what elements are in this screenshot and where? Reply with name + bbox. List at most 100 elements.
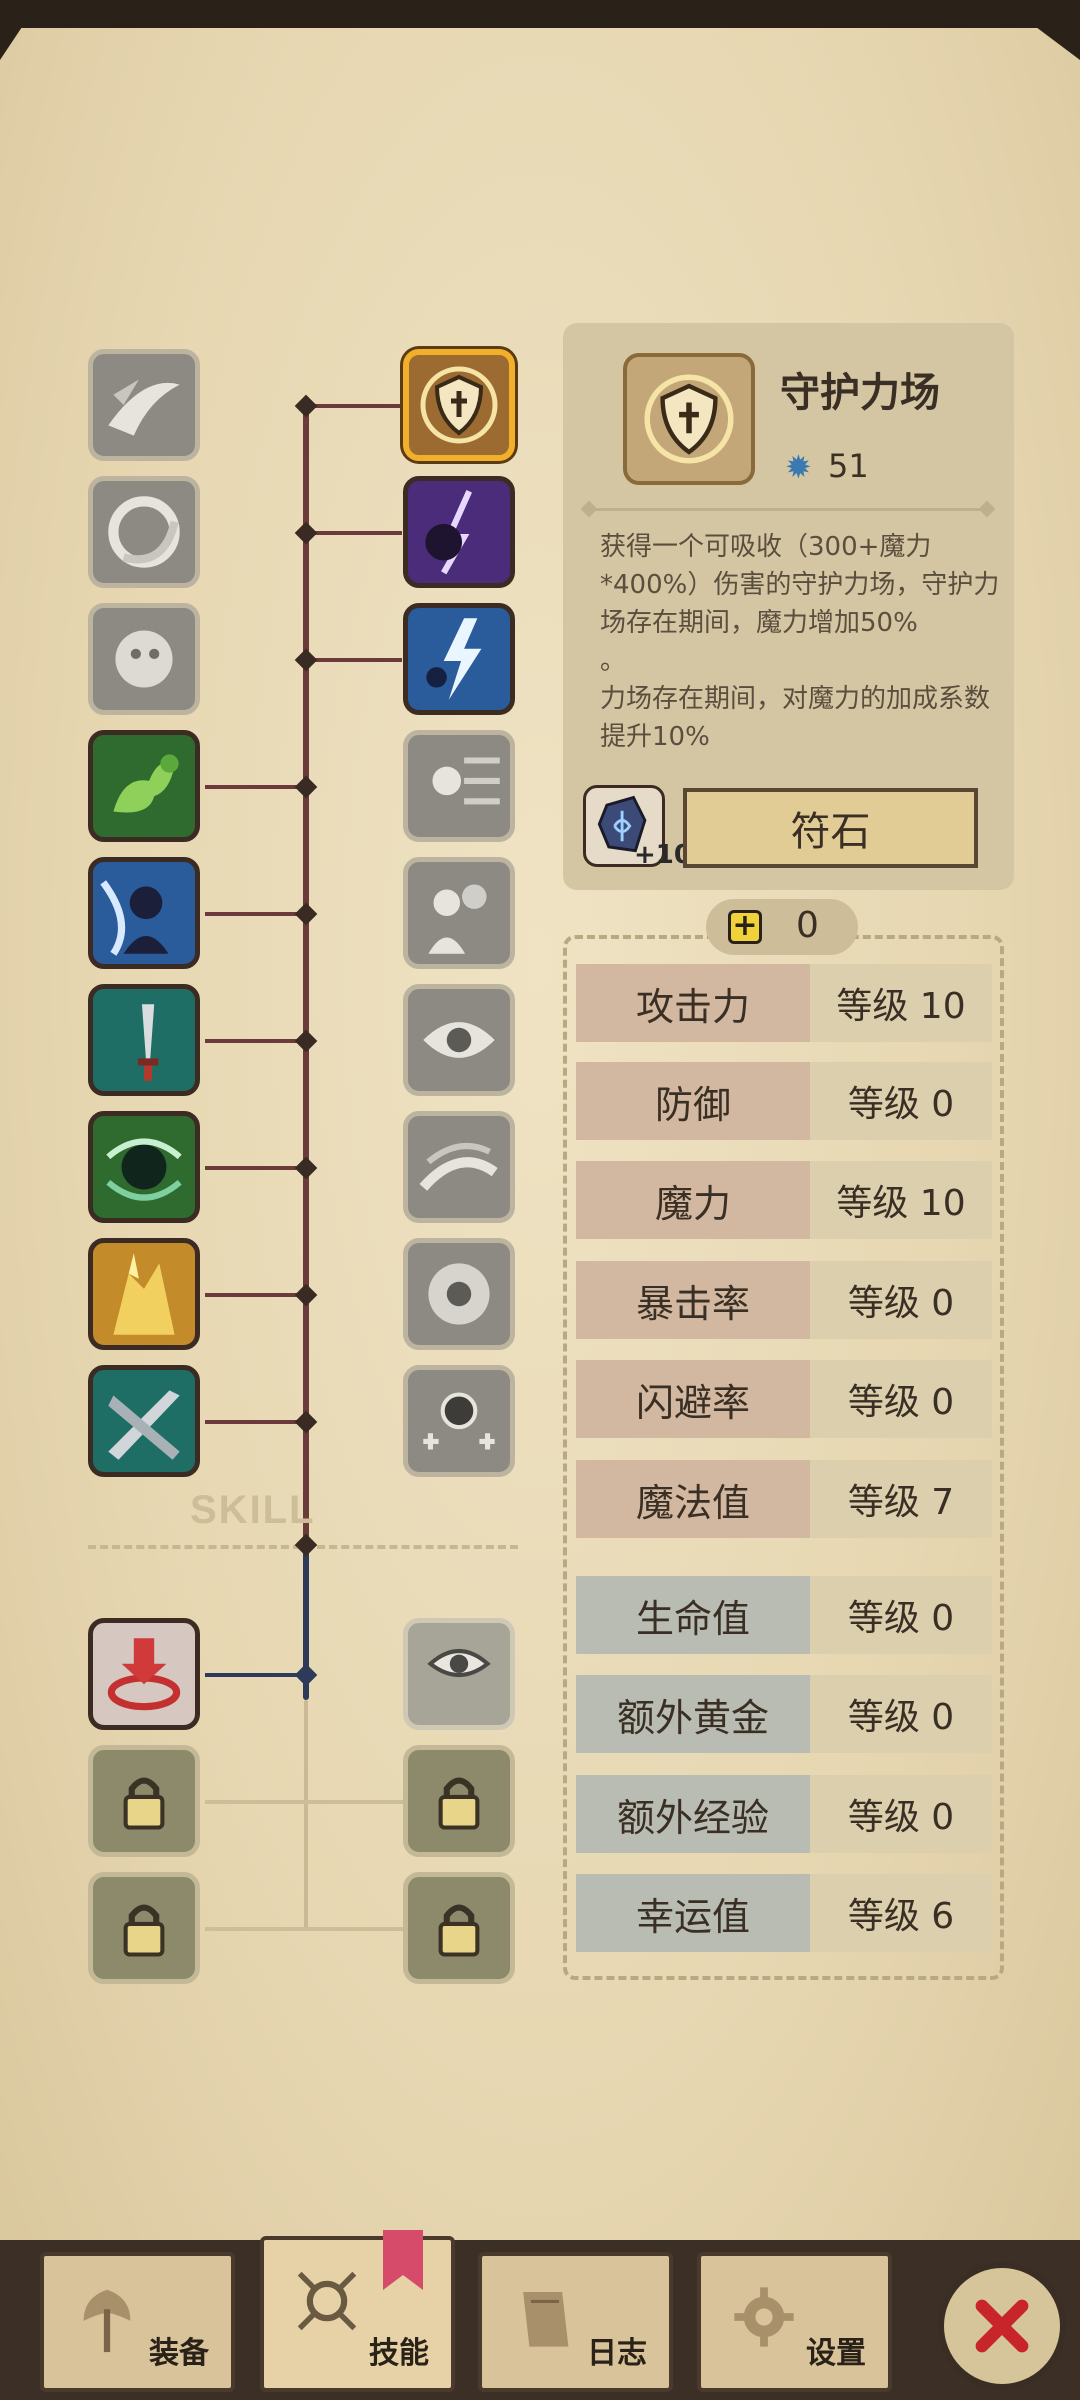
- skill-locked-3: [403, 1745, 515, 1857]
- golden-warrior-icon: [113, 1253, 175, 1335]
- stat-name: 魔力: [576, 1161, 810, 1239]
- lightning-icon: [426, 618, 482, 700]
- tab-equipment[interactable]: 装备: [40, 2252, 235, 2392]
- selected-skill-name: 守护力场: [780, 370, 940, 416]
- tab-equipment-label: 装备: [149, 2336, 209, 2371]
- stat-name: 额外黄金: [576, 1675, 810, 1753]
- tab-log[interactable]: 日志: [478, 2252, 673, 2392]
- selected-skill-icon: [623, 353, 755, 485]
- tab-settings[interactable]: 设置: [697, 2252, 892, 2392]
- vortex-icon: [106, 1138, 182, 1201]
- skill-strength[interactable]: [88, 730, 200, 842]
- skill-golden-rage[interactable]: [88, 1238, 200, 1350]
- top-left-corner: [0, 0, 40, 60]
- plus-icon: +: [728, 910, 762, 944]
- skill-wind-slash[interactable]: [88, 349, 200, 461]
- skill-tree-trunk-locked: [304, 1700, 308, 1930]
- stat-name: 防御: [576, 1062, 810, 1140]
- skill-dagger[interactable]: [88, 984, 200, 1096]
- skill-rune-icon: [297, 2271, 357, 2331]
- stat-row-dodge[interactable]: 闪避率 等级 0: [576, 1360, 992, 1438]
- stat-name: 魔法值: [576, 1460, 810, 1538]
- skill-all-seeing[interactable]: [403, 1618, 515, 1730]
- charge-icon: [432, 757, 500, 805]
- skill-charge[interactable]: [403, 730, 515, 842]
- gear-icon: [734, 2287, 794, 2347]
- stat-level: 等级 7: [810, 1460, 992, 1538]
- wind-slash-icon: [108, 379, 180, 436]
- target-arrow-icon: [107, 1638, 181, 1711]
- stat-level: 等级 6: [810, 1874, 992, 1952]
- skill-guardian-field[interactable]: [403, 349, 515, 461]
- skill-watermark: SKILL: [190, 1488, 316, 1532]
- stat-row-crit[interactable]: 暴击率 等级 0: [576, 1261, 992, 1339]
- lock-icon: [123, 1777, 165, 1830]
- skill-dash[interactable]: [403, 1111, 515, 1223]
- skill-locked-2: [88, 1872, 200, 1984]
- stat-name: 攻击力: [576, 964, 810, 1042]
- stat-level: 等级 10: [810, 964, 992, 1042]
- tab-settings-label: 设置: [806, 2336, 866, 2371]
- tab-log-label: 日志: [587, 2336, 647, 2371]
- skill-eye[interactable]: [403, 984, 515, 1096]
- stat-row-attack[interactable]: 攻击力 等级 10: [576, 964, 992, 1042]
- all-seeing-eye-icon: [427, 1649, 491, 1677]
- selected-skill-description: 获得一个可吸收（300+魔力*400%）伤害的守护力场，守护力场存在期间，魔力增…: [600, 532, 1000, 752]
- lock-icon: [123, 1904, 165, 1957]
- selected-skill-cost: 51: [828, 447, 869, 485]
- skill-locked-1: [88, 1745, 200, 1857]
- duo-figure-icon: [428, 884, 487, 954]
- skill-shadow-strike[interactable]: [88, 857, 200, 969]
- stat-level: 等级 0: [810, 1675, 992, 1753]
- axe-icon: [83, 2289, 131, 2353]
- top-right-corner: [1000, 0, 1080, 60]
- flexed-arm-icon: [113, 754, 179, 813]
- dagger-icon: [137, 1004, 159, 1081]
- stat-name: 暴击率: [576, 1261, 810, 1339]
- skill-tree-trunk: [303, 400, 309, 1550]
- skill-lightning[interactable]: [403, 603, 515, 715]
- shadow-figure-icon: [100, 880, 169, 956]
- book-icon: [523, 2292, 569, 2347]
- lock-icon: [438, 1904, 480, 1957]
- stat-level: 等级 0: [810, 1261, 992, 1339]
- stat-level: 等级 10: [810, 1161, 992, 1239]
- crossed-swords-icon: [108, 1390, 180, 1460]
- stat-level: 等级 0: [810, 1062, 992, 1140]
- rune-button[interactable]: 符石: [683, 788, 978, 868]
- explosion-icon: [428, 1263, 490, 1325]
- stat-name: 闪避率: [576, 1360, 810, 1438]
- dark-blast-icon: [425, 489, 472, 575]
- skill-spirit-burst[interactable]: [88, 603, 200, 715]
- stat-name: 生命值: [576, 1576, 810, 1654]
- stat-row-gold[interactable]: 额外黄金 等级 0: [576, 1675, 992, 1753]
- skill-dark-blast[interactable]: [403, 476, 515, 588]
- stat-row-luck[interactable]: 幸运值 等级 6: [576, 1874, 992, 1952]
- stat-row-exp[interactable]: 额外经验 等级 0: [576, 1775, 992, 1853]
- close-icon: [975, 2299, 1029, 2353]
- stat-name: 额外经验: [576, 1775, 810, 1853]
- stat-row-mana[interactable]: 魔法值 等级 7: [576, 1460, 992, 1538]
- skill-locked-4: [403, 1872, 515, 1984]
- stat-row-hp[interactable]: 生命值 等级 0: [576, 1576, 992, 1654]
- dash-icon: [419, 1142, 498, 1191]
- skill-target-strike[interactable]: [88, 1618, 200, 1730]
- skill-whirl[interactable]: [88, 476, 200, 588]
- spirit-burst-icon: [115, 630, 173, 688]
- skill-clones[interactable]: [403, 1365, 515, 1477]
- shield-icon: [644, 374, 734, 464]
- close-button[interactable]: [938, 2262, 1066, 2390]
- stat-level: 等级 0: [810, 1576, 992, 1654]
- skill-duo[interactable]: [403, 857, 515, 969]
- stat-row-defense[interactable]: 防御 等级 0: [576, 1062, 992, 1140]
- skill-vortex[interactable]: [88, 1111, 200, 1223]
- shield-icon: [420, 366, 498, 444]
- skill-crossed-swords[interactable]: [88, 1365, 200, 1477]
- whirl-icon: [108, 496, 180, 568]
- tab-skills[interactable]: 技能: [260, 2236, 455, 2392]
- gear-currency-icon: ✹: [785, 448, 812, 486]
- skill-explosion[interactable]: [403, 1238, 515, 1350]
- stat-row-magic[interactable]: 魔力 等级 10: [576, 1161, 992, 1239]
- info-separator: [583, 508, 993, 511]
- stat-name: 幸运值: [576, 1874, 810, 1952]
